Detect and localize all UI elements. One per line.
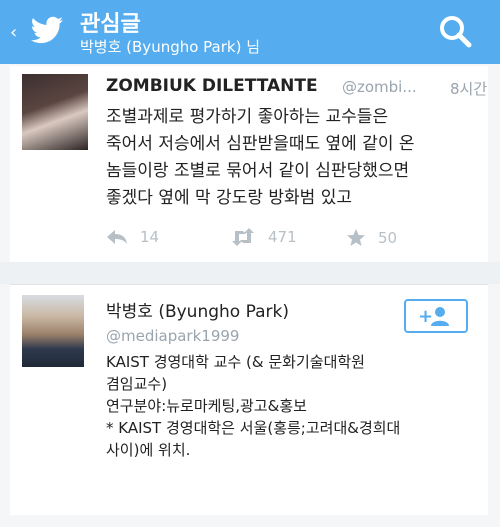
tweet-card[interactable]: ZOMBIUK DILETTANTE @zombi... 8시간 조별과제로 평…	[10, 66, 488, 263]
svg-text:+: +	[418, 306, 433, 327]
top-app-bar: ‹ 관심글 박병호 (Byungho Park) 님	[0, 0, 500, 64]
follow-button[interactable]: +	[404, 299, 468, 333]
twitter-bird-icon[interactable]	[30, 16, 64, 46]
avatar[interactable]	[22, 295, 84, 367]
retweet-icon	[232, 228, 254, 246]
tweet-author-name[interactable]: ZOMBIUK DILETTANTE	[106, 76, 318, 96]
profile-handle: @mediapark1999	[106, 327, 240, 345]
bio-line: 겸임교수)	[106, 375, 168, 393]
tweet-author-handle: @zombi...	[342, 78, 417, 96]
tweet-text-line: 죽어서 저승에서 심판받을때도 옆에 같이 온	[106, 134, 415, 154]
tweet-text-line: 좋겠다 옆에 막 강도랑 방화범 있고	[106, 188, 352, 208]
tweet-text-line: 놈들이랑 조별로 묶어서 같이 심판당했으면	[106, 161, 410, 181]
add-person-icon: +	[418, 306, 449, 327]
page-title: 관심글	[80, 12, 141, 37]
bio-line: 연구분야:뉴로마케팅,광고&홍보	[106, 397, 307, 415]
reply-button[interactable]: 14	[106, 228, 159, 246]
star-icon	[347, 229, 365, 246]
favorite-button[interactable]: 50	[346, 228, 397, 248]
retweet-button[interactable]: 471	[230, 228, 297, 246]
profile-card[interactable]: 박병호 (Byungho Park) @mediapark1999 KAIST …	[10, 284, 488, 515]
retweet-count: 471	[268, 228, 297, 246]
bio-line: 사이)에 위치.	[106, 441, 191, 459]
page-subtitle: 박병호 (Byungho Park) 님	[80, 38, 261, 56]
profile-name[interactable]: 박병호 (Byungho Park)	[106, 297, 289, 322]
avatar[interactable]	[22, 74, 88, 150]
tweet-actions: 14 471 50	[106, 228, 476, 254]
profile-bio: KAIST 경영대학 교수 (& 문화기술대학원 겸임교수) 연구분야:뉴로마케…	[106, 351, 476, 461]
bio-line: * KAIST 경영대학은 서울(홍릉;고려대&경희대	[106, 419, 401, 437]
back-chevron-icon[interactable]: ‹	[10, 22, 17, 43]
reply-count: 14	[140, 228, 160, 246]
section-divider	[0, 262, 500, 284]
bio-line: KAIST 경영대학 교수 (& 문화기술대학원	[106, 353, 365, 371]
tweet-timestamp: 8시간	[450, 80, 488, 98]
tweet-text: 조별과제로 평가하기 좋아하는 교수들은 죽어서 저승에서 심판받을때도 옆에 …	[106, 104, 474, 212]
reply-icon	[107, 230, 127, 244]
search-icon[interactable]	[438, 14, 472, 48]
tweet-text-line: 조별과제로 평가하기 좋아하는 교수들은	[106, 107, 389, 127]
favorite-count: 50	[378, 229, 398, 247]
